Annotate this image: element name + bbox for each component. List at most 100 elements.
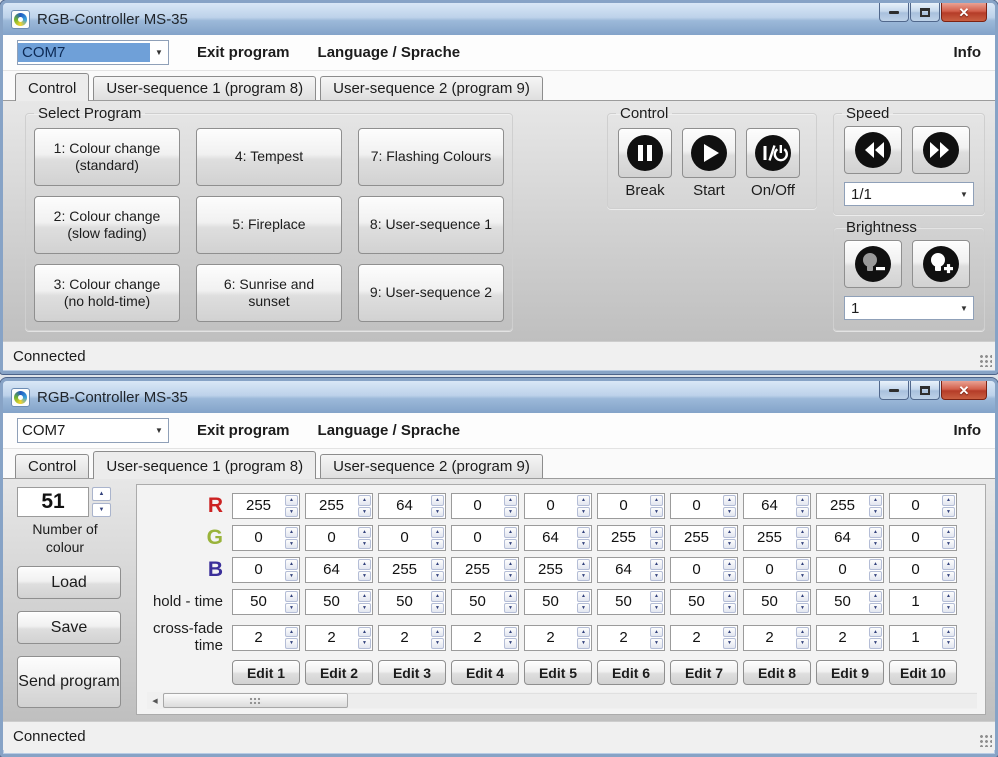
g-spinner-7[interactable]: 255▲▼: [670, 525, 738, 551]
cross-spinner-9[interactable]: 2▲▼: [816, 625, 884, 651]
spinner-down-button[interactable]: ▼: [504, 539, 517, 550]
titlebar[interactable]: RGB-Controller MS-35 ✕: [3, 3, 995, 35]
hold-spinner-2[interactable]: 50▲▼: [305, 589, 373, 615]
b-spinner-8[interactable]: 0▲▼: [743, 557, 811, 583]
spinner-up-button[interactable]: ▲: [92, 487, 111, 501]
spinner-down-button[interactable]: ▼: [723, 603, 736, 614]
spinner-value[interactable]: 0: [671, 494, 722, 518]
edit-button-3[interactable]: Edit 3: [378, 660, 446, 685]
close-button[interactable]: ✕: [941, 3, 987, 22]
spinner-up-button[interactable]: ▲: [285, 591, 298, 602]
horizontal-scrollbar[interactable]: ◀: [147, 692, 977, 709]
g-spinner-10[interactable]: 0▲▼: [889, 525, 957, 551]
b-spinner-5[interactable]: 255▲▼: [524, 557, 592, 583]
scrollbar-track[interactable]: [348, 693, 977, 708]
spinner-down-button[interactable]: ▼: [796, 571, 809, 582]
spinner-value[interactable]: 0: [452, 494, 503, 518]
spinner-value[interactable]: 2: [379, 626, 430, 650]
spinner-down-button[interactable]: ▼: [796, 638, 809, 649]
spinner-down-button[interactable]: ▼: [650, 507, 663, 518]
r-spinner-8[interactable]: 64▲▼: [743, 493, 811, 519]
spinner-value[interactable]: 50: [598, 590, 649, 614]
spinner-up-button[interactable]: ▲: [577, 495, 590, 506]
spinner-down-button[interactable]: ▼: [942, 507, 955, 518]
start-button[interactable]: [682, 128, 736, 178]
spinner-value[interactable]: 255: [525, 558, 576, 582]
spinner-value[interactable]: 64: [525, 526, 576, 550]
spinner-up-button[interactable]: ▲: [358, 559, 371, 570]
program-button-1[interactable]: 1: Colour change (standard): [34, 128, 180, 186]
brightness-dropdown[interactable]: 1 ▼: [844, 296, 974, 320]
spinner-up-button[interactable]: ▲: [285, 627, 298, 638]
spinner-down-button[interactable]: ▼: [723, 507, 736, 518]
hold-spinner-10[interactable]: 1▲▼: [889, 589, 957, 615]
spinner-value[interactable]: 50: [671, 590, 722, 614]
menu-language[interactable]: Language / Sprache: [318, 44, 461, 61]
b-spinner-1[interactable]: 0▲▼: [232, 557, 300, 583]
spinner-value[interactable]: 1: [890, 590, 941, 614]
on-off-button[interactable]: [746, 128, 800, 178]
spinner-value[interactable]: 255: [306, 494, 357, 518]
scroll-left-icon[interactable]: ◀: [147, 692, 163, 709]
spinner-value[interactable]: 0: [890, 558, 941, 582]
save-button[interactable]: Save: [17, 611, 121, 644]
spinner-up-button[interactable]: ▲: [869, 495, 882, 506]
program-button-7[interactable]: 7: Flashing Colours: [358, 128, 504, 186]
titlebar[interactable]: RGB-Controller MS-35 ✕: [3, 381, 995, 413]
r-spinner-3[interactable]: 64▲▼: [378, 493, 446, 519]
spinner-up-button[interactable]: ▲: [723, 559, 736, 570]
spinner-value[interactable]: 0: [233, 526, 284, 550]
spinner-down-button[interactable]: ▼: [869, 638, 882, 649]
cross-spinner-6[interactable]: 2▲▼: [597, 625, 665, 651]
spinner-down-button[interactable]: ▼: [358, 638, 371, 649]
g-spinner-2[interactable]: 0▲▼: [305, 525, 373, 551]
tab-user-sequence-2[interactable]: User-sequence 2 (program 9): [320, 454, 543, 478]
program-button-9[interactable]: 9: User-sequence 2: [358, 264, 504, 322]
spinner-down-button[interactable]: ▼: [796, 603, 809, 614]
hold-spinner-1[interactable]: 50▲▼: [232, 589, 300, 615]
maximize-button[interactable]: [910, 3, 940, 22]
spinner-up-button[interactable]: ▲: [431, 559, 444, 570]
spinner-down-button[interactable]: ▼: [285, 507, 298, 518]
program-button-3[interactable]: 3: Colour change (no hold-time): [34, 264, 180, 322]
spinner-up-button[interactable]: ▲: [431, 495, 444, 506]
number-of-colour-spinner[interactable]: 51 ▲ ▼: [17, 487, 113, 517]
spinner-up-button[interactable]: ▲: [942, 627, 955, 638]
tab-control[interactable]: Control: [15, 73, 89, 101]
spinner-value[interactable]: 64: [598, 558, 649, 582]
spinner-down-button[interactable]: ▼: [504, 571, 517, 582]
spinner-up-button[interactable]: ▲: [504, 591, 517, 602]
b-spinner-4[interactable]: 255▲▼: [451, 557, 519, 583]
g-spinner-1[interactable]: 0▲▼: [232, 525, 300, 551]
spinner-down-button[interactable]: ▼: [504, 603, 517, 614]
spinner-up-button[interactable]: ▲: [723, 591, 736, 602]
spinner-up-button[interactable]: ▲: [796, 591, 809, 602]
hold-spinner-3[interactable]: 50▲▼: [378, 589, 446, 615]
combo-arrow-icon[interactable]: ▼: [150, 426, 168, 435]
spinner-up-button[interactable]: ▲: [285, 495, 298, 506]
spinner-up-button[interactable]: ▲: [650, 591, 663, 602]
spinner-value[interactable]: 50: [744, 590, 795, 614]
program-button-2[interactable]: 2: Colour change (slow fading): [34, 196, 180, 254]
g-spinner-4[interactable]: 0▲▼: [451, 525, 519, 551]
cross-spinner-10[interactable]: 1▲▼: [889, 625, 957, 651]
spinner-value[interactable]: 2: [452, 626, 503, 650]
spinner-down-button[interactable]: ▼: [942, 638, 955, 649]
cross-spinner-5[interactable]: 2▲▼: [524, 625, 592, 651]
spinner-down-button[interactable]: ▼: [796, 539, 809, 550]
spinner-down-button[interactable]: ▼: [285, 638, 298, 649]
menu-info[interactable]: Info: [954, 44, 982, 61]
spinner-value[interactable]: 255: [452, 558, 503, 582]
spinner-up-button[interactable]: ▲: [650, 627, 663, 638]
spinner-down-button[interactable]: ▼: [942, 539, 955, 550]
b-spinner-3[interactable]: 255▲▼: [378, 557, 446, 583]
minimize-button[interactable]: [879, 381, 909, 400]
b-spinner-10[interactable]: 0▲▼: [889, 557, 957, 583]
speed-slower-button[interactable]: [844, 126, 902, 174]
spinner-value[interactable]: 2: [306, 626, 357, 650]
edit-button-7[interactable]: Edit 7: [670, 660, 738, 685]
spinner-up-button[interactable]: ▲: [285, 527, 298, 538]
b-spinner-7[interactable]: 0▲▼: [670, 557, 738, 583]
edit-button-10[interactable]: Edit 10: [889, 660, 957, 685]
spinner-down-button[interactable]: ▼: [358, 507, 371, 518]
